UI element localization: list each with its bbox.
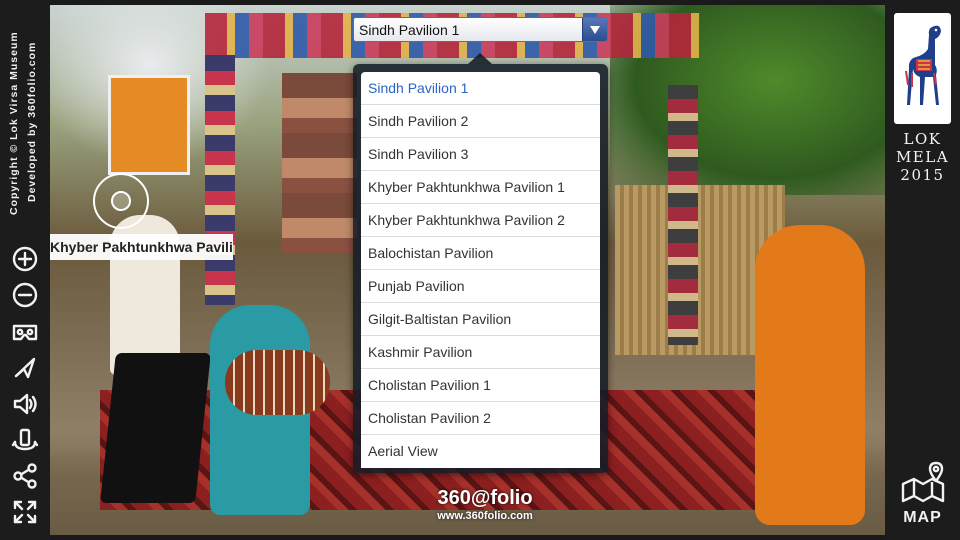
zoom-in-button[interactable] (9, 244, 41, 274)
right-panel: LOK MELA 2015 MAP (885, 0, 960, 540)
scene-option[interactable]: Sindh Pavilion 3 (361, 138, 600, 171)
scene-option[interactable]: Balochistan Pavilion (361, 237, 600, 270)
watermark-brand: 360@folio (437, 487, 533, 509)
pano-gate-right-pillar (668, 85, 698, 345)
fullscreen-button[interactable] (9, 497, 41, 527)
pano-sign-board (108, 75, 190, 175)
vr-headset-icon (12, 324, 38, 341)
gyroscope-button[interactable] (9, 425, 41, 455)
event-title-line-2: MELA (895, 148, 950, 166)
scene-dropdown-panel: Sindh Pavilion 1 Sindh Pavilion 2 Sindh … (353, 53, 608, 473)
scene-option[interactable]: Cholistan Pavilion 2 (361, 402, 600, 435)
scene-option[interactable]: Sindh Pavilion 2 (361, 105, 600, 138)
zoom-out-button[interactable] (9, 280, 41, 310)
event-title-line-1: LOK (903, 130, 942, 148)
scene-option[interactable]: Khyber Pakhtunkhwa Pavilion 1 (361, 171, 600, 204)
map-label: MAP (903, 509, 942, 526)
share-button[interactable] (9, 461, 41, 491)
scene-option[interactable]: Cholistan Pavilion 1 (361, 369, 600, 402)
scene-select-value: Sindh Pavilion 1 (359, 22, 460, 38)
hotspot-label[interactable]: Khyber Pakhtunkhwa Pavilion 1 (50, 234, 233, 260)
left-toolbar: Copyright © Lok Virsa Museum Developed b… (0, 0, 50, 540)
vr-mode-button[interactable] (9, 317, 41, 347)
autorotate-icon (14, 357, 36, 379)
chevron-down-icon[interactable] (582, 18, 607, 41)
pano-photo-frame (282, 73, 357, 253)
scene-hotspot[interactable] (93, 173, 149, 229)
audio-button[interactable] (9, 389, 41, 419)
camel-logo-icon (905, 25, 941, 105)
share-icon (13, 463, 37, 489)
event-title: LOK MELA 2015 (885, 130, 960, 184)
scene-option[interactable]: Punjab Pavilion (361, 270, 600, 303)
developer-text: Developed by 360folio.com (26, 41, 38, 202)
virtual-tour-viewer: Khyber Pakhtunkhwa Pavilion 1 Copyright … (0, 0, 960, 540)
pano-gate-left-pillar (205, 55, 235, 305)
pano-person-orange (755, 225, 865, 525)
scene-select[interactable]: Sindh Pavilion 1 (353, 17, 608, 42)
scene-option[interactable]: Kashmir Pavilion (361, 336, 600, 369)
map-button[interactable]: MAP (895, 458, 950, 530)
watermark-url: www.360folio.com (437, 510, 533, 522)
audio-icon (13, 393, 37, 415)
pano-drum (225, 350, 330, 415)
gyroscope-icon (11, 428, 39, 451)
watermark: 360@folio www.360folio.com (420, 487, 550, 523)
scene-option[interactable]: Aerial View (361, 435, 600, 468)
zoom-out-icon (12, 282, 38, 308)
autorotate-button[interactable] (9, 353, 41, 383)
credits: Copyright © Lok Virsa Museum Developed b… (5, 8, 45, 218)
zoom-in-icon (12, 246, 38, 272)
copyright-text: Copyright © Lok Virsa Museum (8, 31, 20, 215)
scene-option[interactable]: Khyber Pakhtunkhwa Pavilion 2 (361, 204, 600, 237)
pano-speaker (100, 353, 211, 503)
lok-mela-logo (894, 13, 951, 124)
fullscreen-icon (13, 500, 37, 524)
dropdown-pointer (468, 53, 492, 64)
map-icon (901, 461, 945, 503)
scene-option[interactable]: Sindh Pavilion 1 (361, 72, 600, 105)
scene-option[interactable]: Gilgit-Baltistan Pavilion (361, 303, 600, 336)
event-title-line-3: 2015 (900, 166, 945, 184)
scene-list: Sindh Pavilion 1 Sindh Pavilion 2 Sindh … (361, 72, 600, 468)
hotspot-target-icon (111, 191, 131, 211)
